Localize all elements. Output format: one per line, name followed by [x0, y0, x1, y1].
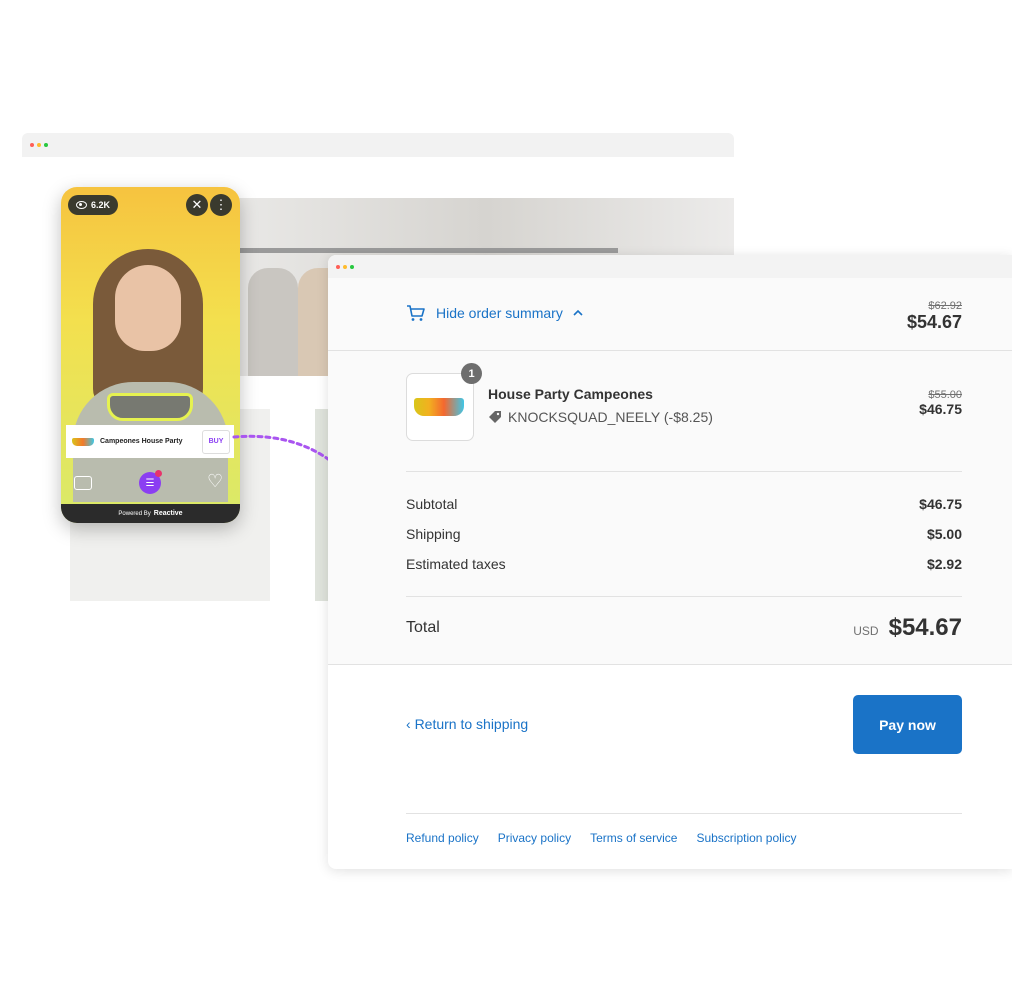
- presenter-face: [115, 265, 181, 351]
- product-card[interactable]: Campeones House Party BUY: [66, 425, 234, 458]
- chevron-left-icon: ‹: [406, 716, 415, 732]
- terms-of-service-link[interactable]: Terms of service: [590, 831, 677, 845]
- powered-by-footer: Powered By Reactive: [61, 504, 240, 523]
- policy-links: Refund policy Privacy policy Terms of se…: [406, 831, 797, 845]
- brand-name: Reactive: [153, 510, 183, 517]
- product-thumbnail: [72, 437, 94, 446]
- toggle-label: Hide order summary: [436, 305, 563, 321]
- order-summary-toggle[interactable]: Hide order summary: [406, 304, 583, 322]
- currency-code: USD: [853, 624, 879, 638]
- return-to-shipping-link[interactable]: ‹ Return to shipping: [406, 716, 528, 732]
- discount-code-text: KNOCKSQUAD_NEELY (-$8.25): [508, 409, 713, 425]
- return-label: Return to shipping: [414, 716, 529, 732]
- subtotal-row: Subtotal $46.75: [406, 496, 962, 512]
- taxes-label: Estimated taxes: [406, 556, 506, 572]
- footer-divider: [406, 813, 962, 814]
- tag-icon: [489, 411, 501, 423]
- item-original-price: $55.00: [928, 389, 962, 401]
- pay-now-button[interactable]: Pay now: [853, 695, 962, 754]
- discount-code: KNOCKSQUAD_NEELY (-$8.25): [488, 409, 713, 425]
- original-total: $62.92: [928, 300, 962, 312]
- header-total: $54.67: [906, 312, 962, 332]
- quantity-badge: 1: [461, 363, 482, 384]
- buy-button[interactable]: BUY: [202, 429, 230, 454]
- shipping-row: Shipping $5.00: [406, 526, 962, 542]
- order-summary: 1 House Party Campeones KNOCKSQUAD_NEELY…: [328, 351, 1012, 665]
- view-count-badge: 6.2K: [68, 195, 119, 215]
- subscription-policy-link[interactable]: Subscription policy: [696, 831, 796, 845]
- more-vertical-icon[interactable]: ⋮: [210, 194, 232, 216]
- cart-icon: [407, 305, 425, 321]
- grand-total: $54.67: [888, 614, 962, 641]
- maximize-dot: [44, 143, 48, 147]
- widget-action-bar: ☰ ♡: [61, 466, 240, 504]
- order-summary-header: Hide order summary $62.92 $54.67: [328, 278, 1012, 351]
- window-controls: [30, 143, 48, 147]
- window-controls: [336, 265, 354, 269]
- subtotal-value: $46.75: [919, 496, 962, 512]
- header-prices: $62.92 $54.67: [907, 300, 962, 333]
- close-dot: [30, 143, 34, 147]
- product-name: Campeones House Party: [100, 438, 183, 445]
- powered-by-text: Powered By: [118, 510, 151, 517]
- clothing-rail: [238, 248, 618, 253]
- total-amount: USD $54.67: [853, 614, 962, 642]
- checkout-titlebar: [328, 255, 1012, 278]
- chat-icon[interactable]: [74, 476, 92, 490]
- refund-policy-link[interactable]: Refund policy: [406, 831, 479, 845]
- eye-icon: [76, 201, 87, 209]
- close-dot: [336, 265, 340, 269]
- storefront-titlebar: [22, 133, 734, 157]
- divider: [406, 471, 962, 472]
- item-price: $46.75: [919, 401, 962, 417]
- taxes-row: Estimated taxes $2.92: [406, 556, 962, 572]
- coat-image: [248, 268, 298, 376]
- divider: [406, 596, 962, 597]
- sunglasses-image: [107, 393, 193, 421]
- item-name: House Party Campeones: [488, 386, 653, 402]
- item-prices: $55.00 $46.75: [919, 389, 962, 417]
- privacy-policy-link[interactable]: Privacy policy: [498, 831, 571, 845]
- total-label: Total: [406, 619, 440, 636]
- maximize-dot: [350, 265, 354, 269]
- total-row: Total USD $54.67: [406, 614, 962, 642]
- heart-icon[interactable]: ♡: [207, 472, 223, 490]
- minimize-dot: [343, 265, 347, 269]
- view-count: 6.2K: [91, 200, 111, 210]
- sunglasses-image: [414, 398, 464, 416]
- shipping-value: $5.00: [926, 526, 962, 542]
- close-icon[interactable]: ✕: [186, 194, 208, 216]
- notification-badge: [155, 470, 162, 477]
- chevron-up-icon: [573, 309, 583, 316]
- checkout-window: Hide order summary $62.92 $54.67 1 House…: [328, 255, 1012, 869]
- live-video-widget[interactable]: 6.2K ✕ ⋮ Campeones House Party BUY ☰ ♡ P…: [61, 187, 240, 523]
- shipping-label: Shipping: [406, 526, 461, 542]
- subtotal-label: Subtotal: [406, 496, 458, 512]
- product-thumbnail: [406, 373, 474, 441]
- minimize-dot: [37, 143, 41, 147]
- taxes-value: $2.92: [926, 556, 962, 572]
